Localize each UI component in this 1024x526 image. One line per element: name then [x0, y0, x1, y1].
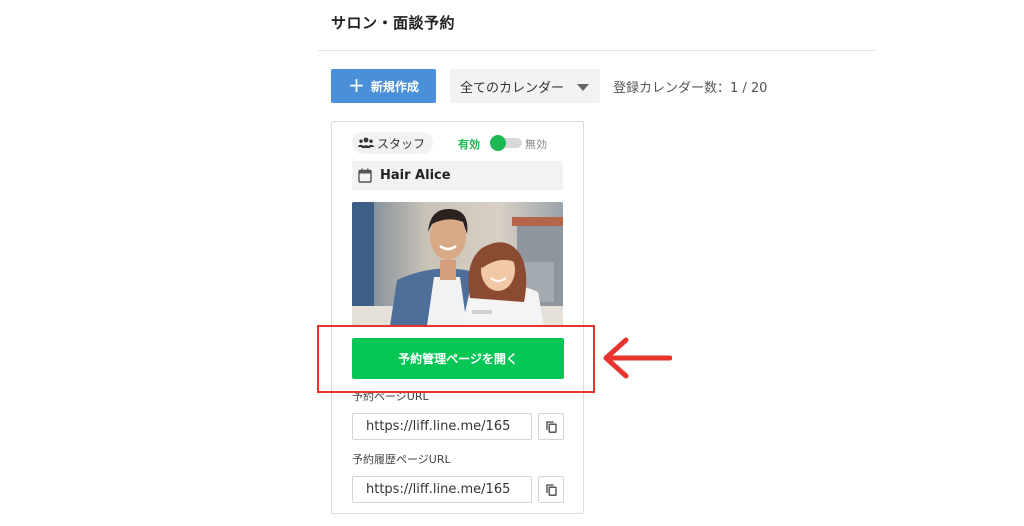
history-url-field[interactable]: https://liff.line.me/165 [352, 476, 532, 503]
copy-icon [545, 483, 557, 496]
history-url-label: 予約履歴ページURL [352, 453, 451, 466]
chevron-down-icon [577, 84, 589, 91]
registered-calendar-count: 登録カレンダー数：1 / 20 [613, 81, 768, 96]
copy-booking-url-button[interactable] [538, 413, 564, 440]
calendar-filter-value: 全てのカレンダー [460, 80, 565, 96]
active-toggle[interactable] [490, 135, 522, 151]
arrow-left-icon [603, 337, 672, 379]
booking-url-field[interactable]: https://liff.line.me/165 [352, 413, 532, 440]
page-title: サロン・面談予約 [331, 14, 456, 32]
salon-staff-photo [352, 202, 563, 326]
people-icon [358, 137, 374, 148]
plus-icon: + [348, 73, 365, 97]
calendar-filter-select[interactable]: 全てのカレンダー [450, 69, 600, 103]
staff-badge: スタッフ [352, 132, 434, 154]
toggle-disabled-label: 無効 [525, 138, 547, 151]
new-calendar-button[interactable]: + 新規作成 [331, 69, 436, 103]
staff-badge-label: スタッフ [377, 136, 426, 151]
copy-history-url-button[interactable] [538, 476, 564, 503]
header-divider [318, 50, 876, 51]
calendar-icon [358, 168, 372, 183]
new-button-label: 新規作成 [370, 79, 419, 94]
highlight-annotation-box [317, 325, 595, 393]
toggle-enabled-label: 有効 [458, 138, 480, 151]
calendar-card: スタッフ 有効 無効 Hair Alice 予約管理ページを開く 予約ページUR… [331, 121, 584, 514]
copy-icon [545, 420, 557, 433]
calendar-name: Hair Alice [380, 168, 451, 183]
calendar-name-box: Hair Alice [352, 161, 563, 190]
toggle-knob [490, 135, 506, 151]
